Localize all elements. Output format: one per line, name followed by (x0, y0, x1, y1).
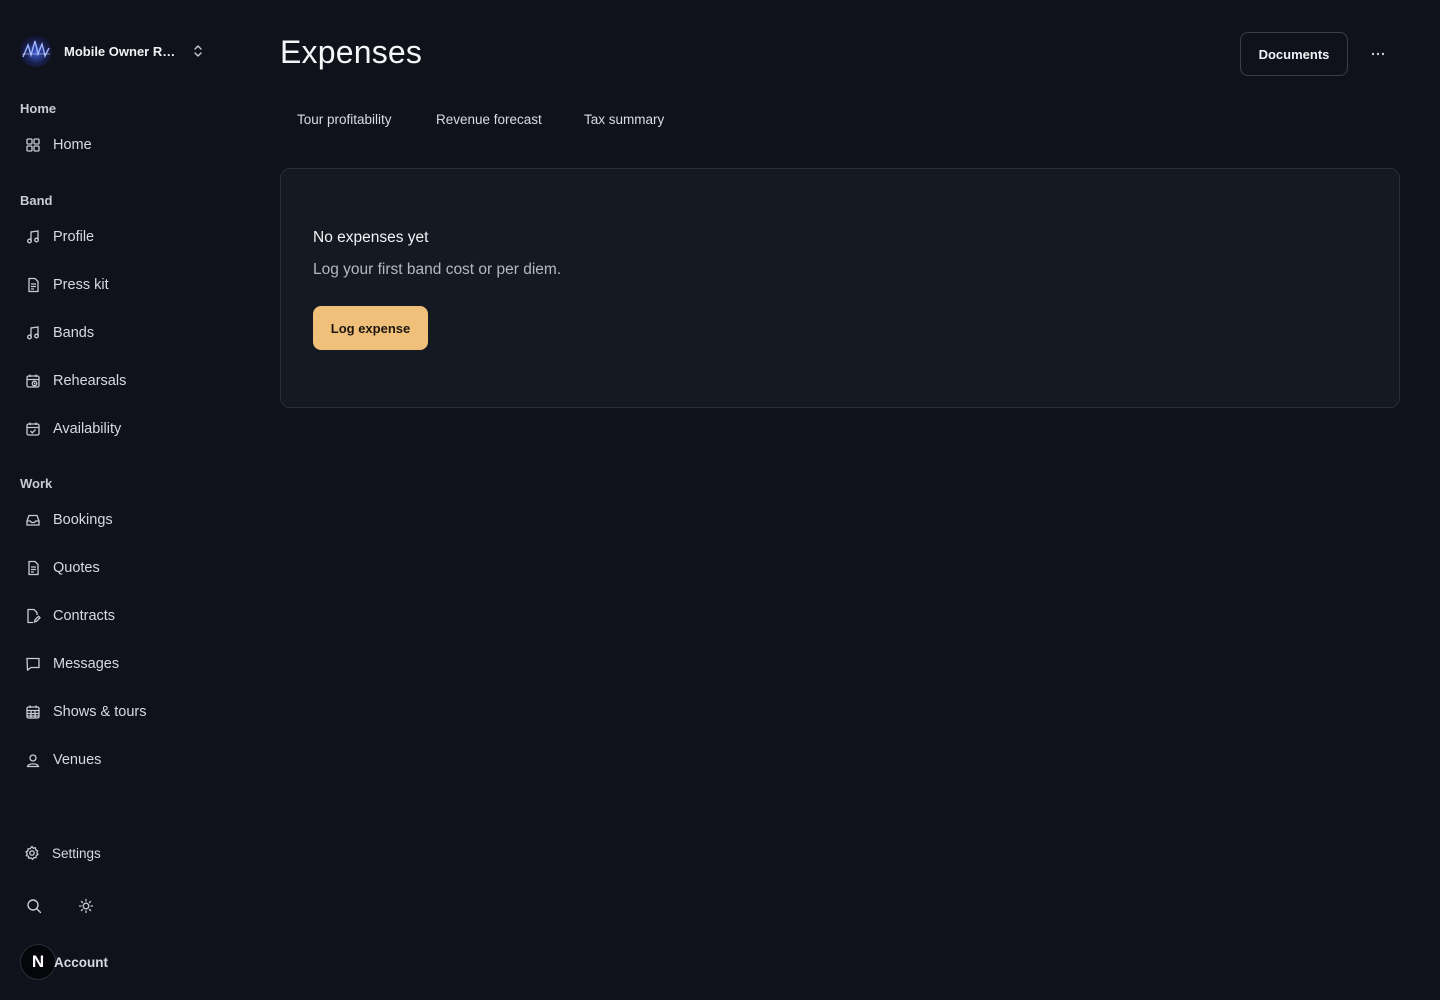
page-title: Expenses (280, 34, 423, 70)
user-pin-icon (25, 752, 41, 768)
search-icon (26, 898, 42, 914)
documents-button[interactable]: Documents (1240, 32, 1348, 76)
tab-revenue-forecast[interactable]: Revenue forecast (436, 112, 542, 132)
sidebar-item-bookings[interactable]: Bookings (20, 504, 220, 536)
sidebar-item-label: Bookings (53, 512, 113, 528)
tab-tax-summary[interactable]: Tax summary (584, 112, 664, 132)
inbox-icon (25, 512, 41, 528)
sidebar-item-label: Rehearsals (53, 373, 127, 389)
sidebar-item-label: Press kit (53, 277, 109, 293)
log-expense-button[interactable]: Log expense (313, 306, 428, 350)
section-label-work: Work (20, 476, 53, 491)
calendar-grid-icon (25, 704, 41, 720)
sidebar-item-label: Messages (53, 656, 120, 672)
grid-icon (25, 137, 41, 153)
sidebar-item-press-kit[interactable]: Press kit (20, 269, 220, 301)
gear-icon (24, 845, 40, 861)
sidebar-item-availability[interactable]: Availability (20, 413, 220, 445)
sidebar-item-contracts[interactable]: Contracts (20, 600, 220, 632)
tab-tour-profitability[interactable]: Tour profitability (297, 112, 392, 132)
empty-state-title: No expenses yet (313, 229, 429, 246)
sidebar-item-messages[interactable]: Messages (20, 648, 220, 680)
account-label: Account (54, 954, 108, 970)
section-label-band: Band (20, 193, 53, 208)
theme-toggle-button[interactable] (72, 892, 100, 920)
sidebar-item-label: Availability (53, 421, 122, 437)
empty-state-description: Log your first band cost or per diem. (313, 261, 562, 278)
settings-label: Settings (52, 845, 101, 861)
sidebar: Mobile Owner Re… Home Home Band Profile … (0, 0, 240, 1000)
document-icon (25, 277, 41, 293)
account-menu[interactable]: N Account (20, 944, 108, 980)
empty-state-card: No expenses yet Log your first band cost… (280, 168, 1400, 408)
chevron-updown-icon (190, 43, 206, 59)
music-note-icon (25, 229, 41, 245)
org-avatar (20, 35, 52, 67)
more-options-button[interactable] (1362, 38, 1394, 70)
settings-link[interactable]: Settings (20, 842, 101, 864)
sidebar-item-label: Contracts (53, 608, 116, 624)
sidebar-item-label: Shows & tours (53, 704, 147, 720)
document-icon (25, 560, 41, 576)
sidebar-item-label: Quotes (53, 560, 100, 576)
sidebar-item-quotes[interactable]: Quotes (20, 552, 220, 584)
sidebar-item-label: Bands (53, 325, 95, 341)
calendar-check-icon (25, 421, 41, 437)
sidebar-item-label: Venues (53, 752, 102, 768)
sidebar-item-shows-tours[interactable]: Shows & tours (20, 696, 220, 728)
sidebar-item-label: Profile (53, 229, 95, 245)
calendar-clock-icon (25, 373, 41, 389)
sidebar-item-venues[interactable]: Venues (20, 744, 220, 776)
sidebar-item-profile[interactable]: Profile (20, 221, 220, 253)
music-note-icon (25, 325, 41, 341)
more-horizontal-icon (1370, 46, 1386, 62)
search-button[interactable] (20, 892, 48, 920)
message-icon (25, 656, 41, 672)
edit-document-icon (25, 608, 41, 624)
avatar: N (20, 944, 56, 980)
org-switcher[interactable]: Mobile Owner Re… (20, 34, 220, 68)
section-label-home: Home (20, 101, 57, 116)
sidebar-item-bands[interactable]: Bands (20, 317, 220, 349)
sidebar-item-home[interactable]: Home (20, 129, 220, 161)
sidebar-item-rehearsals[interactable]: Rehearsals (20, 365, 220, 397)
sun-icon (78, 898, 94, 914)
org-name: Mobile Owner Re… (64, 43, 176, 59)
sidebar-item-label: Home (53, 137, 92, 153)
